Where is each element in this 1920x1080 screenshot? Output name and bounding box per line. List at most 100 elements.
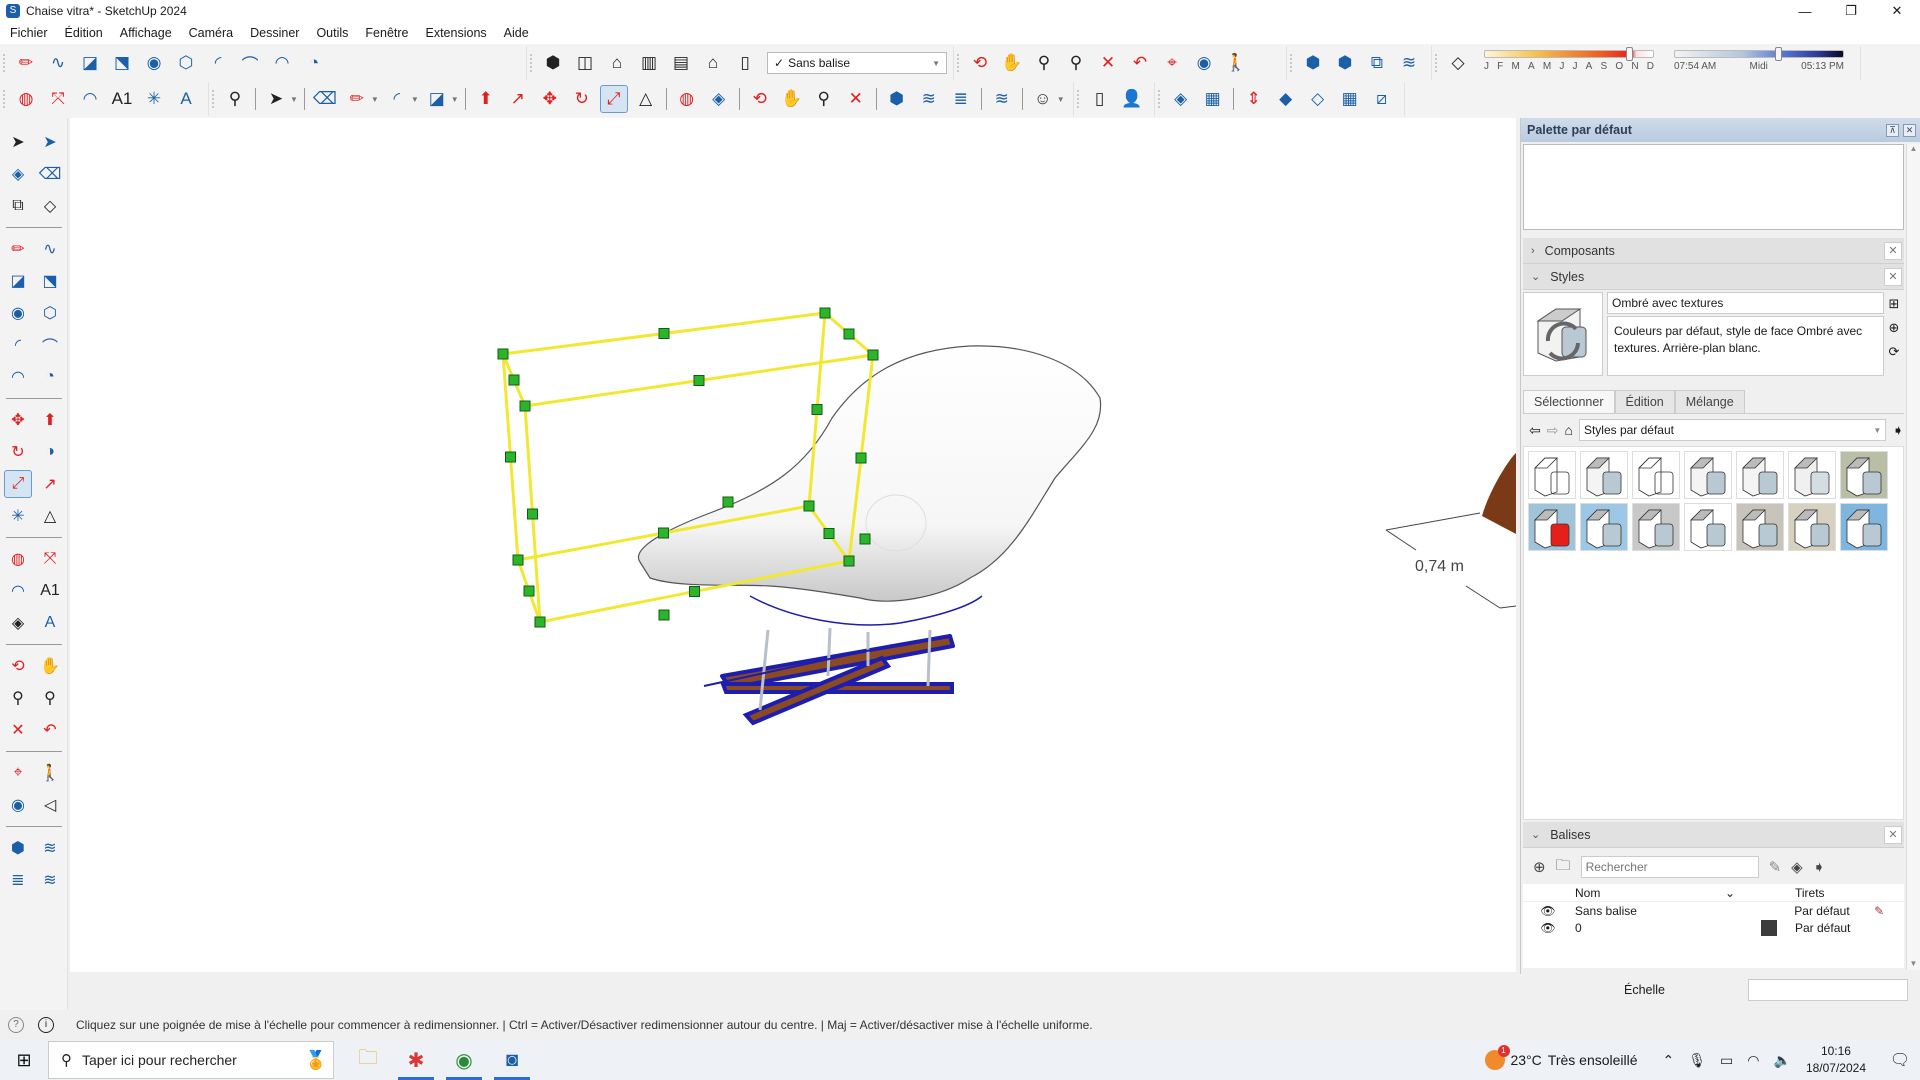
stamp-icon[interactable]: ◆ — [1272, 85, 1300, 113]
extension-manager-icon[interactable]: ≋ — [988, 85, 1016, 113]
3d-text-icon[interactable]: A — [172, 85, 200, 113]
scale-grip[interactable] — [722, 496, 734, 508]
model-canvas[interactable] — [70, 118, 1516, 972]
scale-icon[interactable]: ⤢ — [599, 85, 628, 113]
tag-search-input[interactable] — [1580, 856, 1759, 878]
move-icon[interactable]: ✥ — [536, 85, 564, 113]
update-style-icon[interactable]: ⟳ — [1889, 344, 1900, 360]
chair-base[interactable] — [720, 634, 955, 726]
scale-grip[interactable] — [855, 452, 867, 464]
rotate-icon[interactable]: ↻ — [4, 438, 32, 466]
field-of-view-icon[interactable]: ◁ — [36, 791, 64, 819]
style-thumbnail-item[interactable] — [1736, 503, 1784, 551]
flip-icon[interactable]: △ — [36, 502, 64, 530]
smoove-icon[interactable]: ⇕ — [1240, 85, 1268, 113]
extension-warehouse-icon[interactable]: ≋ — [36, 834, 64, 862]
add-tag-folder-icon[interactable]: 🗀 — [1556, 855, 1571, 880]
warehouse-download-icon[interactable]: ⬢ — [1299, 49, 1327, 77]
zoom-window-icon[interactable]: ⚲ — [36, 684, 64, 712]
pencil-line-icon[interactable]: ✏ — [12, 49, 40, 77]
paint-bucket-icon[interactable]: ◈ — [4, 160, 32, 188]
visibility-eye-icon[interactable]: 👁 — [1523, 921, 1573, 935]
arc-icon[interactable]: ◜ — [204, 49, 232, 77]
style-thumbnail-item[interactable] — [1840, 451, 1888, 499]
style-thumbnail-item[interactable] — [1632, 451, 1680, 499]
month-slider[interactable]: JFMAMJJASOND — [1484, 47, 1654, 72]
month-slider-thumb[interactable] — [1625, 47, 1633, 61]
new-file-icon[interactable]: ▯ — [1086, 85, 1114, 113]
shadows-toggle-icon[interactable]: ◇ — [1444, 49, 1472, 77]
help-icon[interactable]: ? — [8, 1017, 24, 1033]
lasso-icon[interactable]: ➤ — [36, 128, 64, 156]
drape-icon[interactable]: ◇ — [1304, 85, 1332, 113]
tape-measure-icon-2[interactable]: ◍ — [673, 85, 701, 113]
rectangle-icon[interactable]: ◪ — [4, 267, 32, 295]
style-thumbnail-item[interactable] — [1788, 451, 1836, 499]
section-composants[interactable]: › Composants ✕ — [1523, 238, 1904, 264]
styles-collection-select[interactable]: Styles par défaut ▼ — [1578, 419, 1887, 441]
tray-scrollbar[interactable]: ▲ ▼ — [1906, 144, 1920, 970]
pan-icon-2[interactable]: ✋ — [778, 85, 806, 113]
menu-extensions[interactable]: Extensions — [424, 24, 489, 42]
dimension-icon[interactable]: ⤧ — [36, 545, 64, 573]
add-tag-icon[interactable]: ⊕ — [1533, 858, 1546, 876]
tag-color-swatch[interactable] — [1761, 919, 1777, 936]
position-camera-icon[interactable]: ⌖ — [1158, 49, 1186, 77]
line-icon[interactable]: ✏ — [343, 85, 371, 113]
warehouse-icon[interactable]: ⬢ — [4, 834, 32, 862]
details-arrow-icon[interactable]: ➧ — [1892, 422, 1904, 439]
style-thumbnail-item[interactable] — [1632, 503, 1680, 551]
look-around-icon[interactable]: ◉ — [4, 791, 32, 819]
scale-grip[interactable] — [658, 527, 669, 539]
left-view-icon[interactable]: ⌂ — [699, 49, 727, 77]
style-thumbnail-item[interactable] — [1684, 451, 1732, 499]
extension-warehouse-icon-2[interactable]: ≋ — [915, 85, 943, 113]
sandbox-scratch-icon[interactable]: ▦ — [1199, 85, 1227, 113]
scale-grip[interactable] — [534, 616, 546, 628]
time-slider-thumb[interactable] — [1775, 47, 1783, 61]
clock[interactable]: 10:16 18/07/2024 — [1806, 1043, 1866, 1077]
time-slider[interactable]: 07:54 AM Midi 05:13 PM — [1674, 47, 1844, 72]
push-pull-icon[interactable]: ⬆ — [472, 85, 500, 113]
wifi-icon[interactable]: ◠ — [1747, 1052, 1759, 1069]
tray-close-icon[interactable]: ✕ — [1903, 123, 1916, 137]
flip-icon[interactable]: △ — [632, 85, 660, 113]
warehouse-icon[interactable]: ⬢ — [883, 85, 911, 113]
bottom-view-icon[interactable]: ▯ — [731, 49, 759, 77]
column-name[interactable]: Nom ⌄ — [1573, 886, 1743, 900]
iso-view-icon[interactable]: ⬢ — [539, 49, 567, 77]
zoom-extents-icon[interactable]: ✕ — [4, 716, 32, 744]
tag-dash[interactable]: Par défaut — [1794, 904, 1874, 918]
style-thumbnail-item[interactable] — [1580, 503, 1628, 551]
add-detail-icon[interactable]: ▦ — [1336, 85, 1364, 113]
create-style-icon[interactable]: ⊞ — [1889, 296, 1900, 312]
axes-icon[interactable]: ✳ — [4, 502, 32, 530]
forward-arrow-icon[interactable]: ⇨ — [1547, 422, 1559, 439]
restore-button[interactable]: ❐ — [1828, 0, 1874, 22]
scroll-down-icon[interactable]: ▼ — [1907, 959, 1920, 968]
pan-icon[interactable]: ✋ — [36, 652, 64, 680]
menu-camera[interactable]: Caméra — [187, 24, 235, 42]
style-thumbnail-item[interactable] — [1840, 503, 1888, 551]
scale-grip[interactable] — [497, 348, 509, 360]
scale-grip[interactable] — [693, 375, 705, 386]
style-thumbnail-item[interactable] — [1528, 451, 1576, 499]
move-icon[interactable]: ✥ — [4, 406, 32, 434]
add-style-icon[interactable]: ⊕ — [1889, 320, 1900, 336]
scale-grip[interactable] — [505, 451, 516, 463]
circle-icon[interactable]: ◉ — [140, 49, 168, 77]
follow-me-icon[interactable]: ↗ — [36, 470, 64, 498]
add-collaborator-icon[interactable]: 👤 — [1118, 85, 1146, 113]
measurements-input[interactable] — [1748, 979, 1908, 1001]
two-point-arc-icon[interactable]: ⌒ — [36, 331, 64, 359]
right-view-icon[interactable]: ▥ — [635, 49, 663, 77]
details-arrow-icon[interactable]: ➧ — [1813, 858, 1826, 876]
scroll-up-icon[interactable]: ▲ — [1907, 144, 1920, 153]
section-balises[interactable]: ⌄ Balises ✕ — [1523, 822, 1904, 848]
extension-manager-icon[interactable]: ≋ — [36, 866, 64, 894]
select-icon[interactable]: ➤ — [262, 85, 290, 113]
back-arrow-icon[interactable]: ⇦ — [1529, 422, 1541, 439]
pie-icon[interactable]: ◔ — [36, 363, 64, 391]
shape-dropdown-icon[interactable]: ◪ — [423, 85, 451, 113]
home-icon[interactable]: ⌂ — [1564, 422, 1572, 438]
